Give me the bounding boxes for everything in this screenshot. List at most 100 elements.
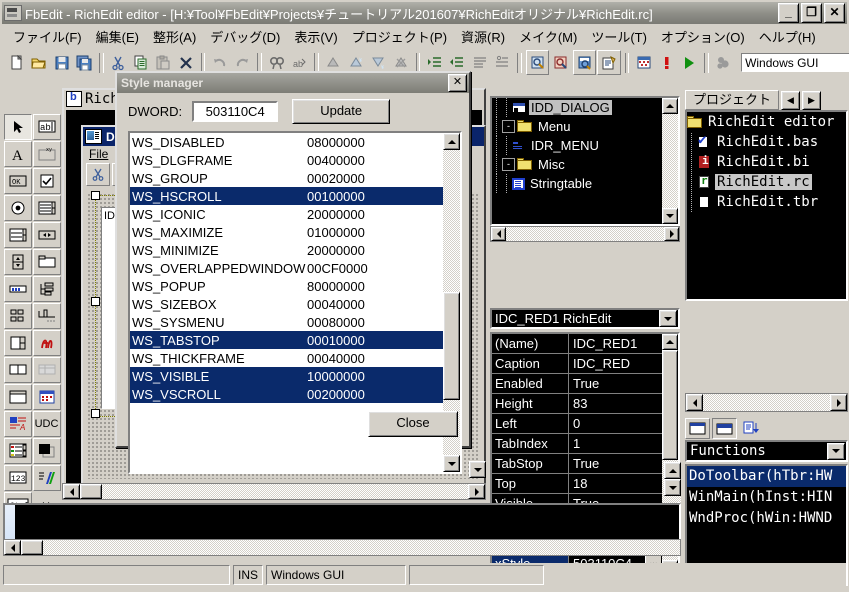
style-list-item[interactable]: WS_VSCROLL00200000 <box>130 385 443 403</box>
radio-tool[interactable] <box>4 195 32 221</box>
editor-vscrollbar[interactable] <box>664 462 681 502</box>
mdi-scroll-down-button[interactable] <box>469 461 486 478</box>
resource-tree-node[interactable]: -Misc <box>492 155 662 174</box>
menu-item-options[interactable]: オプション(O) <box>654 25 752 48</box>
scroll-left-button[interactable] <box>686 394 703 411</box>
resource-tree[interactable]: IDD_DIALOG-MenuIDR_MENU-MiscStringtable <box>490 96 680 226</box>
project-tree-hscrollbar[interactable] <box>685 393 848 412</box>
property-value[interactable]: 0 <box>569 414 662 434</box>
style-list-item[interactable]: WS_DLGFRAME00400000 <box>130 151 443 169</box>
scroll-down-button[interactable] <box>443 455 460 472</box>
tab-project[interactable]: プロジェクト <box>685 90 779 110</box>
scroll-up-button[interactable] <box>664 462 681 479</box>
chevron-down-icon[interactable] <box>827 443 845 460</box>
tree-expander-icon[interactable]: - <box>502 158 515 171</box>
designer-cut-icon[interactable] <box>86 163 110 186</box>
menu-item-format[interactable]: 整形(A) <box>146 25 203 48</box>
menu-item-view[interactable]: 表示(V) <box>287 25 344 48</box>
target-combo[interactable]: Windows GUI <box>741 53 849 72</box>
resource-tree-node[interactable]: IDD_DIALOG <box>492 98 662 117</box>
functions-list-body[interactable]: DoToolbar(hTbr:HWWinMain(hInst:HINWndPro… <box>687 466 846 529</box>
resize-grip[interactable] <box>91 297 100 306</box>
property-row[interactable]: CaptionIDC_RED <box>492 354 662 374</box>
style-list-item[interactable]: WS_DISABLED08000000 <box>130 133 443 151</box>
style-list-item[interactable]: WS_MAXIMIZE01000000 <box>130 223 443 241</box>
scroll-left-button[interactable] <box>63 484 80 499</box>
save-file-icon[interactable] <box>51 51 72 74</box>
pointer-tool[interactable] <box>4 114 32 140</box>
control-selector-combo[interactable]: IDC_RED1 RichEdit <box>490 308 680 329</box>
scroll-down-button[interactable] <box>664 479 681 496</box>
spin-tool[interactable] <box>4 330 32 356</box>
menu-item-project[interactable]: プロジェクト(P) <box>345 25 454 48</box>
run-icon[interactable] <box>678 51 699 74</box>
menu-item-make[interactable]: メイク(M) <box>512 25 584 48</box>
style-list-item[interactable]: WS_HSCROLL00100000 <box>130 187 443 205</box>
resize-grip[interactable] <box>91 191 100 200</box>
menu-item-help[interactable]: ヘルプ(H) <box>752 25 823 48</box>
resource-tree-vscrollbar[interactable] <box>662 98 678 224</box>
scroll-up-button[interactable] <box>662 98 678 114</box>
color-tool[interactable] <box>33 465 61 491</box>
listbox-tool[interactable] <box>4 222 32 248</box>
minimize-button[interactable]: _ <box>778 3 799 23</box>
build-all-icon[interactable] <box>597 50 620 75</box>
imagelist-tool[interactable] <box>4 303 32 329</box>
close-button[interactable]: Close <box>368 411 458 437</box>
property-row[interactable]: Left0 <box>492 414 662 434</box>
calendar-tool[interactable] <box>33 384 61 410</box>
style-list-item[interactable]: WS_THICKFRAME00040000 <box>130 349 443 367</box>
resource-tree-hscrollbar[interactable] <box>490 226 680 242</box>
dword-input[interactable]: 503110C4 <box>192 101 278 122</box>
sort-icon[interactable] <box>739 418 764 439</box>
maximize-button[interactable]: ❐ <box>801 3 822 23</box>
style-list-item[interactable]: WS_MINIMIZE20000000 <box>130 241 443 259</box>
label-tool[interactable]: A <box>4 141 32 167</box>
scroll-down-button[interactable] <box>662 208 678 224</box>
scroll-thumb[interactable] <box>80 484 102 499</box>
designer-menu-file[interactable]: File <box>89 147 108 161</box>
style-list-item[interactable]: WS_SYSMENU00080000 <box>130 313 443 331</box>
scroll-up-button[interactable] <box>662 334 678 350</box>
project-tree[interactable]: RichEdit editorRichEdit.basRichEdit.biRi… <box>685 110 848 301</box>
scroll-right-button[interactable] <box>468 484 485 499</box>
image-tool[interactable] <box>33 438 61 464</box>
scroll-thumb[interactable] <box>21 540 43 555</box>
resource-tree-body[interactable]: IDD_DIALOG-MenuIDR_MENU-MiscStringtable <box>492 98 662 224</box>
property-value[interactable]: IDC_RED1 <box>569 334 662 354</box>
listview-tool[interactable] <box>33 195 61 221</box>
style-list-item[interactable]: WS_VISIBLE10000000 <box>130 367 443 385</box>
property-value[interactable]: 18 <box>569 474 662 494</box>
edit-tool[interactable]: ab <box>33 114 61 140</box>
progress-tool[interactable] <box>4 276 32 302</box>
project-tree-node[interactable]: RichEdit editor <box>687 112 846 132</box>
build-icon[interactable] <box>573 50 596 75</box>
resource-tree-node[interactable]: IDR_MENU <box>492 136 662 155</box>
comment-icon[interactable] <box>469 51 490 74</box>
scroll-up-button[interactable] <box>443 133 460 150</box>
compile-run-icon[interactable] <box>550 51 571 74</box>
chevron-down-icon[interactable] <box>659 310 677 327</box>
checkbox-tool[interactable] <box>33 168 61 194</box>
property-row[interactable]: (Name)IDC_RED1 <box>492 334 662 354</box>
menu-item-debug[interactable]: デバッグ(D) <box>203 25 287 48</box>
trackbar-tool[interactable] <box>33 303 61 329</box>
toolbar-tool[interactable] <box>4 438 32 464</box>
style-list-item[interactable]: WS_TABSTOP00010000 <box>130 331 443 349</box>
save-all-icon[interactable] <box>73 51 94 74</box>
resource-tree-node[interactable]: -Menu <box>492 117 662 136</box>
property-row[interactable]: TabIndex1 <box>492 434 662 454</box>
compile-icon[interactable] <box>526 50 549 75</box>
project-tree-node[interactable]: RichEdit.bas <box>687 132 846 152</box>
scroll-right-button[interactable] <box>830 394 847 411</box>
resize-grip[interactable] <box>91 409 100 418</box>
updown-tool[interactable] <box>4 249 32 275</box>
mdi-hscrollbar[interactable] <box>62 483 486 500</box>
richedit-tool[interactable]: A <box>4 411 32 437</box>
function-list-item[interactable]: WndProc(hWin:HWND <box>687 508 846 529</box>
output-hscrollbar[interactable] <box>3 539 681 556</box>
update-button[interactable]: Update <box>292 99 390 124</box>
scroll-left-button[interactable] <box>491 227 506 241</box>
treeview-tool[interactable] <box>33 276 61 302</box>
style-list-item[interactable]: WS_GROUP00020000 <box>130 169 443 187</box>
